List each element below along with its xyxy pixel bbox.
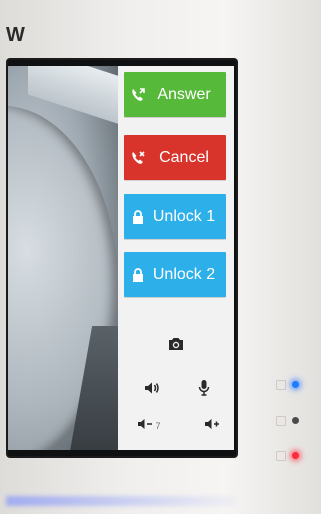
volume-down-button[interactable]: 7 xyxy=(132,416,166,436)
volume-level: 7 xyxy=(155,421,161,431)
brand-logo: W xyxy=(6,24,26,46)
volume-up-button[interactable] xyxy=(202,416,222,436)
status-led-row-3 xyxy=(276,449,306,463)
camera-icon xyxy=(167,336,185,357)
volume-up-icon xyxy=(204,417,220,436)
volume-down-icon xyxy=(137,417,153,436)
snapshot-button[interactable] xyxy=(166,336,186,356)
speaker-icon xyxy=(143,380,161,401)
status-led-blue xyxy=(292,381,299,388)
led-housing xyxy=(276,380,286,390)
cancel-button[interactable]: Cancel xyxy=(124,135,226,180)
cancel-label: Cancel xyxy=(159,148,209,166)
microphone-icon xyxy=(197,379,211,402)
microphone-button[interactable] xyxy=(194,379,214,402)
unlock-2-label: Unlock 2 xyxy=(152,265,216,283)
status-led-grey xyxy=(292,417,299,424)
answer-label: Answer xyxy=(157,85,211,103)
phone-hangup-icon xyxy=(130,150,146,166)
ambient-glow xyxy=(6,496,236,506)
control-panel: Answer Cancel Unlock 1 Unlock 2 7 xyxy=(118,66,234,450)
led-housing xyxy=(276,451,286,461)
unlock-2-button[interactable]: Unlock 2 xyxy=(124,252,226,297)
lock-icon xyxy=(130,267,146,283)
status-led-row-2 xyxy=(276,414,306,428)
lock-icon xyxy=(130,209,146,225)
camera-feed xyxy=(8,66,124,450)
unlock-1-label: Unlock 1 xyxy=(152,207,216,225)
unlock-1-button[interactable]: Unlock 1 xyxy=(124,194,226,239)
phone-answer-icon xyxy=(130,87,146,103)
status-led-row-1 xyxy=(276,378,306,392)
speaker-button[interactable] xyxy=(142,380,162,400)
status-led-red xyxy=(292,452,299,459)
led-housing xyxy=(276,416,286,426)
answer-button[interactable]: Answer xyxy=(124,72,226,117)
monitor-screen: Answer Cancel Unlock 1 Unlock 2 7 xyxy=(8,60,236,456)
